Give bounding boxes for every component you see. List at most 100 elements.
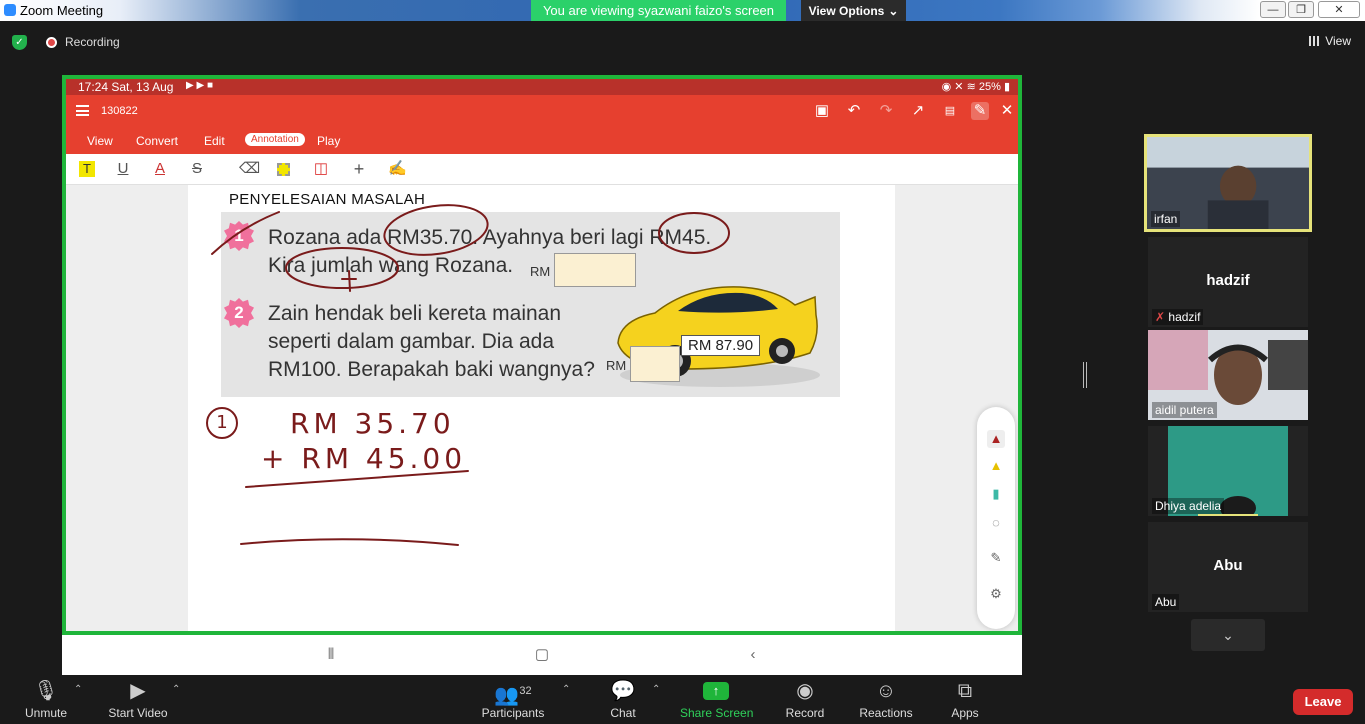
chat-options-caret[interactable]: ⌃ xyxy=(652,684,660,695)
start-video-label: Start Video xyxy=(108,706,168,720)
menu-annotation[interactable]: Annotation xyxy=(245,133,305,146)
question-2-line-3: RM100. Berapakah baki wangnya? xyxy=(268,358,595,381)
menu-edit[interactable]: Edit xyxy=(204,134,225,148)
handwritten-question-number: 1 xyxy=(206,407,238,439)
menu-icon[interactable] xyxy=(76,105,89,116)
participant-center-name: Abu xyxy=(1213,557,1243,574)
pages-icon[interactable]: ▤ xyxy=(941,102,959,120)
annotation-toolbar: T U A S ⌫ ◫ + ✍ xyxy=(66,154,1018,185)
teal-marker-icon[interactable]: ▮ xyxy=(987,485,1005,503)
apps-button[interactable]: ⧉ Apps xyxy=(948,678,982,720)
pdf-menu-row: View Convert Edit Annotation Play xyxy=(66,128,1018,154)
question-1-line-1: Rozana ada RM35.70. Ayahnya beri lagi RM… xyxy=(268,226,712,249)
menu-play[interactable]: Play xyxy=(317,134,340,148)
recording-icon xyxy=(46,37,57,48)
red-pen-icon[interactable]: ▲ xyxy=(987,430,1005,448)
text-color-icon[interactable]: A xyxy=(152,161,168,177)
redo-icon[interactable]: ↷ xyxy=(877,102,895,120)
apps-label: Apps xyxy=(951,706,979,720)
back-icon[interactable]: ‹ xyxy=(743,646,763,664)
yellow-highlighter-icon[interactable]: ▲ xyxy=(987,457,1005,475)
pen-selector-bar: ▲ ▲ ▮ ◌ ✎ ⚙ xyxy=(977,407,1015,629)
muted-mic-icon: 🎙 xyxy=(33,680,59,702)
participant-tile-dhiya-adelia[interactable]: Dhiya adelia xyxy=(1148,426,1308,516)
signature-icon[interactable]: ✍ xyxy=(388,161,407,177)
highlight-text-icon[interactable]: T xyxy=(79,161,95,177)
participant-tile-aidil-putera[interactable]: aidil putera xyxy=(1148,330,1308,420)
participant-name-text: hadzif xyxy=(1168,310,1201,324)
signal-icon: ◉ ✕ ≋ xyxy=(941,81,979,93)
participants-count: 32 xyxy=(519,685,532,697)
share-screen-button[interactable]: ↑ Share Screen xyxy=(680,678,753,720)
participants-button[interactable]: 👥32 Participants xyxy=(480,678,546,720)
settings-icon[interactable]: ⚙ xyxy=(987,585,1005,603)
view-options-button[interactable]: View Options ⌄ xyxy=(801,0,906,21)
viewing-banner: You are viewing syazwani faizo's screen xyxy=(531,0,786,21)
chat-label: Chat xyxy=(610,706,636,720)
security-shield-icon[interactable]: ✓ xyxy=(12,35,27,50)
recording-label[interactable]: Recording xyxy=(65,35,120,49)
minimize-button[interactable]: — xyxy=(1260,1,1286,18)
participants-options-caret[interactable]: ⌃ xyxy=(562,684,570,695)
start-video-button[interactable]: ▶ Start Video xyxy=(106,678,170,720)
undo-icon[interactable]: ↶ xyxy=(845,102,863,120)
title-bar: Zoom Meeting You are viewing syazwani fa… xyxy=(0,0,1365,21)
close-button[interactable]: ✕ xyxy=(1318,1,1360,18)
strikethrough-icon[interactable]: S xyxy=(189,161,205,177)
battery-percent: 25% xyxy=(978,81,1001,93)
participant-name: Dhiya adelia xyxy=(1152,498,1225,514)
question-2-line-1: Zain hendak beli kereta mainan xyxy=(268,302,562,325)
chat-icon: 💬 xyxy=(610,680,636,702)
price-tag: RM 87.90 xyxy=(681,335,761,356)
home-icon[interactable]: ▢ xyxy=(532,646,552,664)
battery-status: ◉ ✕ ≋ 25% ▮ xyxy=(941,81,1010,93)
unmute-button[interactable]: 🎙 Unmute xyxy=(22,678,70,720)
video-options-caret[interactable]: ⌃ xyxy=(172,684,180,695)
view-options-label: View Options xyxy=(808,3,885,18)
leave-button[interactable]: Leave xyxy=(1293,689,1353,715)
maximize-button[interactable]: ❐ xyxy=(1288,1,1314,18)
participant-center-name: hadzif xyxy=(1206,272,1250,289)
share-icon[interactable]: ↗ xyxy=(909,102,927,120)
save-icon[interactable]: ▣ xyxy=(813,102,831,120)
share-screen-icon: ↑ xyxy=(703,682,729,700)
area-highlight-icon[interactable] xyxy=(277,163,290,176)
menu-convert[interactable]: Convert xyxy=(136,134,178,148)
record-label: Record xyxy=(785,706,825,720)
question-2-badge: 2 xyxy=(224,298,254,328)
menu-view[interactable]: View xyxy=(87,134,113,148)
problem-box: 1 Rozana ada RM35.70. Ayahnya beri lagi … xyxy=(221,212,840,397)
chevron-down-icon: ⌄ xyxy=(888,3,899,18)
participant-tile-abu[interactable]: Abu Abu xyxy=(1148,522,1308,612)
notification-icons: ▶ ▶ ■ xyxy=(186,80,213,91)
eraser-icon[interactable]: ⌫ xyxy=(239,161,260,177)
lasso-icon[interactable]: ◌ xyxy=(987,514,1005,532)
reactions-button[interactable]: ☺ Reactions xyxy=(858,678,914,720)
more-participants-button[interactable]: ⌄ xyxy=(1191,619,1265,651)
participant-tile-hadzif[interactable]: hadzif ✗ hadzif xyxy=(1148,237,1308,327)
question-2-line-2: seperti dalam gambar. Dia ada xyxy=(268,330,554,353)
apps-icon: ⧉ xyxy=(957,680,973,702)
chevron-down-icon: ⌄ xyxy=(1222,627,1234,643)
shape-icon[interactable]: ◫ xyxy=(313,161,329,177)
view-label: View xyxy=(1325,34,1351,48)
page-heading: PENYELESAIAN MASALAH xyxy=(229,191,426,208)
recents-icon[interactable]: ⫴ xyxy=(321,646,341,664)
meeting-controls: 🎙 Unmute ⌃ ▶ Start Video ⌃ 👥32 Participa… xyxy=(0,676,1365,724)
audio-options-caret[interactable]: ⌃ xyxy=(74,684,82,695)
pen-mode-icon[interactable]: ✎ xyxy=(971,102,989,120)
grid-view-icon xyxy=(1309,36,1320,46)
participant-name: aidil putera xyxy=(1152,402,1217,418)
pencil-icon[interactable]: ✎ xyxy=(987,549,1005,567)
add-icon[interactable]: + xyxy=(351,160,367,178)
chat-button[interactable]: 💬 Chat xyxy=(604,678,642,720)
panel-resize-handle[interactable] xyxy=(1083,362,1087,388)
android-nav-bar: ⫴ ▢ ‹ xyxy=(62,635,1022,675)
window-title: Zoom Meeting xyxy=(20,3,104,18)
view-button[interactable]: View xyxy=(1309,34,1351,48)
close-doc-icon[interactable]: ✕ xyxy=(998,102,1016,120)
participant-tile-irfan[interactable]: irfan xyxy=(1144,134,1312,232)
record-button[interactable]: ◉ Record xyxy=(784,678,826,720)
underline-icon[interactable]: U xyxy=(115,161,131,177)
shared-screen: 17:24 Sat, 13 Aug ▶ ▶ ■ ◉ ✕ ≋ 25% ▮ 1308… xyxy=(62,75,1022,635)
